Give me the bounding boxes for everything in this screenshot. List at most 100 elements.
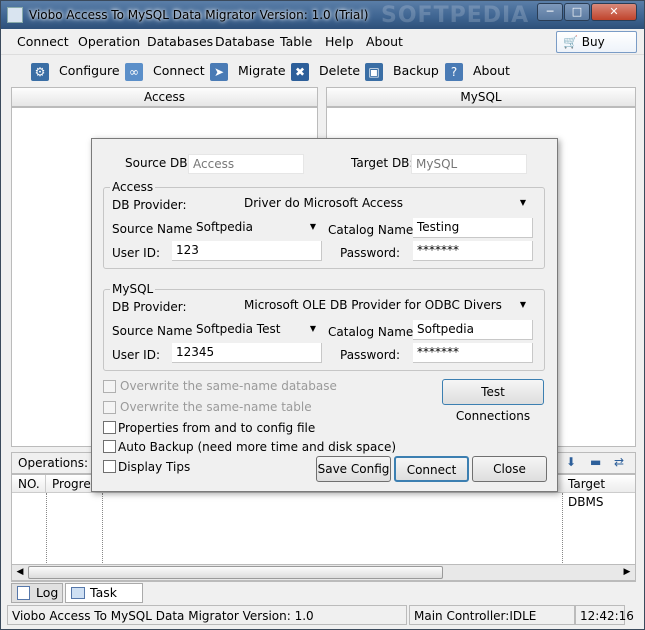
operations-label: Operations: [18,456,89,470]
status-controller: Main Controller:IDLE [409,605,575,625]
about-label: About [473,63,510,78]
tab-log[interactable]: Log [11,583,63,603]
mysql-password-input[interactable]: ******* [413,343,533,363]
menu-table[interactable]: Table [280,34,312,49]
access-password-input[interactable]: ******* [413,241,533,261]
connect-toolbar-button[interactable]: ∞ Connect [125,61,205,83]
access-group: Access DB Provider: Driver do Microsoft … [103,180,545,269]
configure-label: Configure [59,63,120,78]
backup-button[interactable]: ▣ Backup [365,61,439,83]
connect-dialog-button[interactable]: Connect [394,456,469,482]
link-icon: ∞ [125,62,143,81]
access-source-name-select[interactable]: Softpedia ▼ [192,218,322,238]
overwrite-database-checkbox[interactable] [103,380,116,393]
migrate-arrow-icon: ➤ [210,62,228,81]
table-icon [71,587,85,599]
access-group-title: Access [110,180,156,194]
access-db-provider-select[interactable]: Driver do Microsoft Access ▼ [240,194,532,214]
access-source-name-value: Softpedia [196,220,253,234]
minimize-button[interactable]: ─ [537,3,563,21]
mysql-group-title: MySQL [110,282,156,296]
chevron-down-icon: ▼ [309,324,316,333]
mysql-user-id-input[interactable]: 12345 [172,343,322,363]
display-tips-checkbox[interactable] [103,460,116,473]
overwrite-table-checkbox[interactable] [103,401,116,414]
mysql-db-provider-label: DB Provider: [112,300,187,314]
access-pane-header[interactable]: Access [11,87,318,107]
cart-icon: 🛒 [563,35,578,49]
menu-about[interactable]: About [366,34,403,49]
properties-config-label: Properties from and to config file [118,421,316,435]
auto-backup-checkbox[interactable] [103,440,116,453]
toolbar: ⚙ Configure ∞ Connect ➤ Migrate ✖ Delete ▣ Ba… [1,55,644,87]
menu-connect[interactable]: Connect [17,34,69,49]
delete-label: Delete [319,63,361,78]
watermark: SOFTPEDIA [381,3,530,28]
log-icon [17,586,30,600]
backup-label: Backup [393,63,439,78]
tab-task-list[interactable]: Task List [65,583,143,618]
overwrite-database-label: Overwrite the same-name database [120,379,337,393]
about-toolbar-button[interactable]: ? About [445,61,510,83]
grid-divider [46,493,47,573]
status-app: Viobo Access To MySQL Data Migrator Vers… [7,605,407,625]
auto-backup-label: Auto Backup (need more time and disk spa… [118,440,397,454]
display-tips-label: Display Tips [118,460,191,474]
source-db-field[interactable]: Access [188,154,304,174]
remove-icon[interactable]: ▬ [590,455,601,469]
menu-database[interactable]: Database [215,34,275,49]
migrate-label: Migrate [238,63,286,78]
chevron-down-icon: ▼ [309,222,316,231]
app-window: Viobo Access To MySQL Data Migrator Vers… [0,0,645,630]
scroll-left-arrow[interactable]: ◀ [12,565,28,580]
properties-config-checkbox[interactable] [103,421,116,434]
mysql-db-provider-select[interactable]: Microsoft OLE DB Provider for ODBC Diver… [240,296,532,316]
access-user-id-input[interactable]: 123 [172,241,322,261]
buy-now-button[interactable]: 🛒 Buy Now! [556,31,637,69]
overwrite-table-label: Overwrite the same-name table [120,400,312,414]
scroll-right-arrow[interactable]: ▶ [619,565,635,580]
migrate-button[interactable]: ➤ Migrate [210,61,286,83]
col-target-dbms[interactable]: Target DBMS [562,475,635,509]
save-config-button[interactable]: Save Config [316,456,391,482]
test-connections-button[interactable]: Test Connections [442,379,544,423]
configure-button[interactable]: ⚙ Configure [31,61,120,83]
menu-bar: Connect Operation Databases Database Tab… [1,29,644,55]
mysql-password-label: Password: [340,348,401,362]
scroll-thumb[interactable] [28,566,443,579]
chevron-down-icon: ▼ [519,198,526,207]
close-dialog-button[interactable]: Close [472,456,547,482]
access-catalog-label: Catalog Name: [328,223,418,237]
info-icon: ? [445,62,463,81]
target-db-field[interactable]: MySQL [411,154,527,174]
access-user-id-label: User ID: [112,246,160,260]
status-bar: Viobo Access To MySQL Data Migrator Vers… [7,605,639,627]
mysql-source-name-select[interactable]: Softpedia Test ▼ [192,320,322,340]
close-window-button[interactable]: ✕ [591,3,637,21]
access-source-name-label: Source Name [112,222,193,236]
grid-divider [102,493,103,573]
mysql-catalog-input[interactable]: Softpedia [413,320,533,340]
mysql-source-name-value: Softpedia Test [196,322,281,336]
chevron-down-icon: ▼ [519,300,526,309]
access-catalog-input[interactable]: Testing [413,218,533,238]
maximize-button[interactable]: □ [564,3,590,21]
target-db-label: Target DB: [351,156,414,170]
refresh-icon[interactable]: ⇄ [614,455,624,469]
connect-label: Connect [153,63,205,78]
col-no[interactable]: NO. [12,475,46,493]
horizontal-scrollbar[interactable]: ◀ ▶ [11,564,636,581]
access-db-provider-label: DB Provider: [112,198,187,212]
menu-databases[interactable]: Databases [147,34,213,49]
access-password-label: Password: [340,246,401,260]
mysql-catalog-label: Catalog Name: [328,325,418,339]
move-down-icon[interactable]: ⬇ [566,455,576,469]
tab-log-label: Log [36,585,59,600]
menu-help[interactable]: Help [325,34,354,49]
disk-icon: ▣ [365,62,383,81]
mysql-source-name-label: Source Name [112,324,193,338]
menu-operation[interactable]: Operation [78,34,140,49]
delete-button[interactable]: ✖ Delete [291,61,360,83]
mysql-pane-header[interactable]: MySQL [326,87,636,107]
source-db-label: Source DB: [125,156,192,170]
